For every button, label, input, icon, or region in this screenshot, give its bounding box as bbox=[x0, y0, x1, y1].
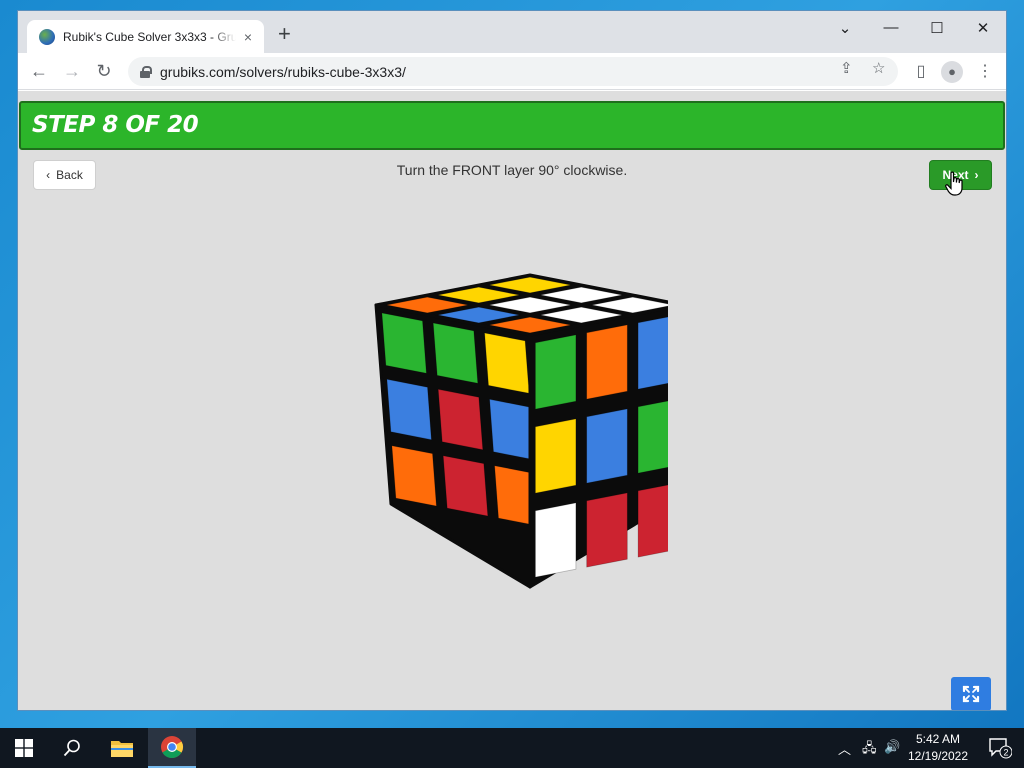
cube-sticker-right-3 bbox=[534, 418, 577, 494]
tab-title: Rubik's Cube Solver 3x3x3 - Grubiks bbox=[63, 29, 236, 44]
cube-sticker-left-7 bbox=[442, 455, 489, 517]
close-window-button[interactable]: ✕ bbox=[968, 19, 998, 37]
cube-sticker-right-1 bbox=[586, 324, 628, 400]
url-text: grubiks.com/solvers/rubiks-cube-3x3x3/ bbox=[160, 63, 406, 80]
clock-time: 5:42 AM bbox=[915, 732, 961, 746]
reload-icon[interactable]: ↻ bbox=[93, 61, 115, 83]
notification-count: 2 bbox=[1003, 748, 1008, 758]
globe-favicon-icon bbox=[39, 28, 55, 45]
page-content: STEP 8 OF 20 ‹ Back Turn the FRONT layer… bbox=[18, 91, 1006, 710]
cube-sticker-right-8 bbox=[637, 484, 668, 558]
profile-avatar-icon[interactable]: ● bbox=[941, 61, 963, 83]
network-icon[interactable]: 🖧 bbox=[862, 739, 877, 761]
chevron-right-icon: › bbox=[974, 168, 979, 182]
start-button[interactable] bbox=[0, 728, 48, 768]
share-icon[interactable]: ⇪ bbox=[840, 59, 853, 77]
notification-center-button[interactable]: 2 bbox=[976, 728, 1024, 768]
taskbar: ︿ 🖧 🔊 5:42 AM 12/19/2022 2 bbox=[0, 728, 1024, 768]
rubiks-cube-3d[interactable] bbox=[348, 272, 668, 602]
side-panel-icon[interactable]: ▯ bbox=[910, 61, 932, 83]
search-icon bbox=[63, 739, 80, 757]
cube-sticker-right-6 bbox=[534, 502, 577, 578]
cube-sticker-left-0 bbox=[381, 312, 427, 374]
tab-search-dropdown-icon[interactable]: ⌄ bbox=[830, 19, 860, 37]
cube-sticker-left-1 bbox=[432, 322, 479, 384]
browser-toolbar: ← → ↻ grubiks.com/solvers/rubiks-cube-3x… bbox=[18, 53, 1006, 90]
step-label: STEP 8 OF 20 bbox=[32, 112, 199, 138]
cube-sticker-right-0 bbox=[534, 334, 577, 410]
fullscreen-button[interactable] bbox=[951, 677, 991, 710]
show-hidden-icons-chevron-icon[interactable]: ︿ bbox=[838, 739, 851, 758]
notification-icon: 2 bbox=[989, 738, 1012, 759]
cube-sticker-left-2 bbox=[484, 332, 530, 394]
chrome-icon bbox=[161, 736, 183, 758]
volume-icon[interactable]: 🔊 bbox=[884, 739, 900, 755]
forward-arrow-icon[interactable]: → bbox=[61, 61, 83, 83]
menu-kebab-icon[interactable]: ⋮ bbox=[974, 61, 996, 83]
cube-sticker-left-6 bbox=[391, 445, 437, 507]
instruction-text: Turn the FRONT layer 90° clockwise. bbox=[396, 162, 628, 178]
tab-close-icon[interactable]: × bbox=[240, 29, 256, 45]
bookmark-star-icon[interactable]: ☆ bbox=[872, 59, 885, 77]
maximize-button[interactable]: ☐ bbox=[922, 19, 952, 37]
new-tab-button[interactable]: + bbox=[278, 23, 291, 45]
clock-date: 12/19/2022 bbox=[907, 749, 969, 763]
chrome-taskbar-button[interactable] bbox=[148, 728, 196, 768]
cube-sticker-right-2 bbox=[637, 316, 668, 390]
file-explorer-button[interactable] bbox=[98, 728, 146, 768]
cube-sticker-right-5 bbox=[637, 400, 668, 474]
windows-logo-icon bbox=[15, 739, 33, 757]
expand-icon bbox=[962, 685, 980, 703]
step-progress-bar: STEP 8 OF 20 bbox=[19, 101, 1005, 150]
cube-sticker-left-3 bbox=[386, 378, 432, 441]
cube-sticker-left-4 bbox=[437, 388, 484, 451]
browser-tab[interactable]: Rubik's Cube Solver 3x3x3 - Grubiks × bbox=[27, 20, 264, 53]
cube-sticker-left-5 bbox=[489, 398, 535, 461]
cube-sticker-right-4 bbox=[586, 408, 628, 484]
back-arrow-icon[interactable]: ← bbox=[28, 61, 50, 83]
clock[interactable]: 5:42 AM 12/19/2022 bbox=[900, 731, 976, 765]
search-button[interactable] bbox=[48, 728, 96, 768]
address-bar[interactable]: grubiks.com/solvers/rubiks-cube-3x3x3/ bbox=[128, 57, 898, 86]
lock-icon bbox=[140, 65, 152, 78]
browser-window: Rubik's Cube Solver 3x3x3 - Grubiks × + … bbox=[17, 10, 1007, 711]
minimize-button[interactable]: — bbox=[876, 19, 906, 36]
folder-icon bbox=[111, 741, 133, 757]
hand-cursor-icon bbox=[945, 171, 963, 196]
tab-strip: Rubik's Cube Solver 3x3x3 - Grubiks × + … bbox=[18, 11, 1006, 53]
cube-sticker-right-7 bbox=[586, 492, 628, 568]
